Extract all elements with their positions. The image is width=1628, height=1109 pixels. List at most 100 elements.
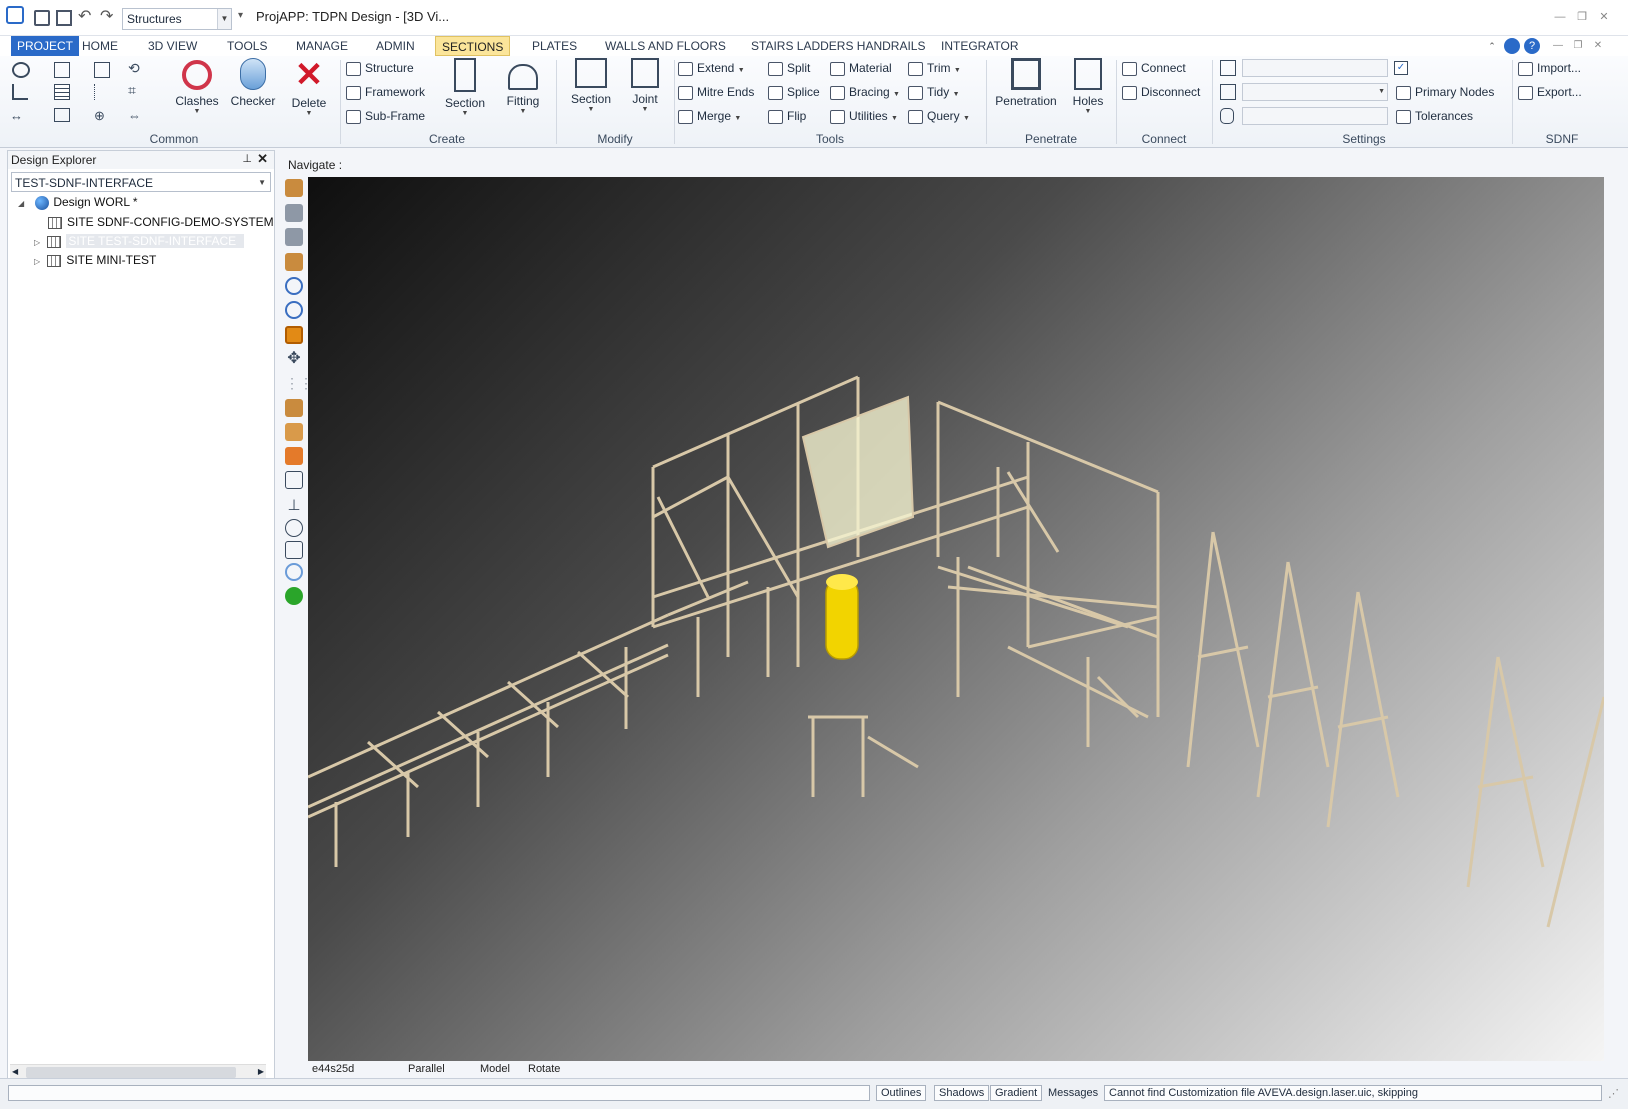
bracing-button[interactable]: Bracing ▼ — [830, 82, 900, 102]
footprints-icon[interactable]: ⋮⋮ — [285, 374, 313, 392]
penetration-button[interactable]: Penetration — [992, 58, 1060, 108]
model-icon[interactable] — [285, 253, 303, 271]
tolerances-button[interactable]: Tolerances — [1396, 106, 1473, 126]
gradient-toggle[interactable]: Gradient — [990, 1085, 1043, 1101]
doc-close-icon[interactable]: ✕ — [1590, 38, 1606, 54]
extend-button[interactable]: Extend ▼ — [678, 58, 745, 78]
query-button[interactable]: Query ▼ — [908, 106, 970, 126]
create-section-button[interactable]: Section ▼ — [440, 58, 490, 117]
tab-walls-and-floors[interactable]: WALLS AND FLOORS — [599, 36, 732, 56]
tree-icon[interactable] — [94, 84, 110, 100]
joint-button[interactable]: Joint ▼ — [622, 58, 668, 113]
save-as-icon[interactable] — [56, 10, 72, 26]
scrollbar-thumb[interactable] — [26, 1067, 236, 1078]
close-icon[interactable]: ✕ — [257, 151, 268, 167]
expander-icon[interactable]: ▷ — [34, 238, 44, 248]
help-bulb-icon[interactable] — [1504, 38, 1520, 54]
tab-project[interactable]: PROJECT — [11, 36, 80, 56]
tab-admin[interactable]: ADMIN — [370, 36, 421, 56]
disconnect-button[interactable]: Disconnect — [1122, 82, 1200, 102]
checker-button[interactable]: Checker — [228, 58, 278, 108]
doc-restore-icon[interactable]: ❐ — [1570, 38, 1586, 54]
customize-quick-access-icon[interactable]: ▾ — [238, 10, 254, 26]
save-icon[interactable] — [34, 10, 50, 26]
settings-field-1[interactable] — [1242, 59, 1388, 77]
clip-icon[interactable] — [285, 447, 303, 465]
resize-grip-icon[interactable]: ⋰ — [1608, 1087, 1619, 1100]
undo-icon[interactable]: ↶ — [78, 9, 94, 26]
section-box-icon[interactable] — [285, 423, 303, 441]
hierarchy-icon[interactable] — [12, 84, 28, 100]
import-button[interactable]: Import... — [1518, 58, 1581, 78]
link-icon[interactable]: ⟲ — [128, 60, 140, 77]
pan-icon[interactable]: ✥ — [285, 350, 303, 368]
shadows-toggle[interactable]: Shadows — [934, 1085, 990, 1101]
fitting-button[interactable]: Fitting ▼ — [498, 58, 548, 115]
utilities-button[interactable]: Utilities ▼ — [830, 106, 898, 126]
redo-icon[interactable]: ↷ — [100, 9, 116, 26]
orbit-icon[interactable] — [285, 519, 303, 537]
material-button[interactable]: Material — [830, 58, 892, 78]
database-icon[interactable] — [1220, 108, 1234, 124]
framework-button[interactable]: Framework — [346, 82, 425, 102]
list-icon[interactable] — [54, 84, 70, 100]
merge-button[interactable]: Merge ▼ — [678, 106, 741, 126]
explorer-combo[interactable]: TEST-SDNF-INTERFACE ▼ — [11, 172, 271, 192]
tab-integrator[interactable]: INTEGRATOR — [935, 36, 1025, 56]
tab-manage[interactable]: MANAGE — [290, 36, 354, 56]
camera-icon[interactable] — [285, 541, 303, 559]
settings-profile-icon[interactable] — [1220, 84, 1236, 100]
box-view-icon[interactable] — [285, 399, 303, 417]
holes-button[interactable]: Holes ▼ — [1066, 58, 1110, 115]
chevron-down-icon[interactable]: ▼ — [217, 9, 231, 29]
settings-checkbox[interactable]: ✓ — [1394, 61, 1408, 75]
zoom-in-icon[interactable] — [285, 277, 303, 295]
subframe-button[interactable]: Sub-Frame — [346, 106, 425, 126]
align-icon[interactable]: ⇔ — [128, 108, 141, 123]
mitre-ends-button[interactable]: Mitre Ends — [678, 82, 754, 102]
structure-button[interactable]: Structure — [346, 58, 414, 78]
quick-access-combo[interactable]: Structures ▼ — [122, 8, 232, 30]
tree-item-site-sdnf-config[interactable]: SITE SDNF-CONFIG-DEMO-SYSTEM — [48, 213, 274, 231]
collapse-ribbon-icon[interactable]: ⌃ — [1484, 38, 1500, 54]
expander-icon[interactable]: ▷ — [34, 257, 44, 267]
axes-icon[interactable]: ⊥ — [285, 497, 303, 515]
pin-icon[interactable]: ⊥ — [242, 152, 252, 165]
properties-icon[interactable] — [94, 62, 110, 78]
tab-sections[interactable]: SECTIONS — [435, 36, 511, 56]
expander-icon[interactable]: ◢ — [18, 199, 28, 209]
binoculars-icon[interactable]: ⌗ — [128, 82, 136, 99]
zoom-selection-icon[interactable] — [285, 228, 303, 246]
tree-item-design-world[interactable]: ◢ Design WORL * — [18, 193, 138, 211]
restore-icon[interactable]: ❐ — [1574, 10, 1590, 24]
tab-home[interactable]: HOME — [76, 36, 124, 56]
tidy-button[interactable]: Tidy ▼ — [908, 82, 960, 102]
tree-item-site-test-sdnf[interactable]: ▷ SITE TEST-SDNF-INTERFACE — [34, 232, 245, 250]
scroll-left-icon[interactable]: ◀ — [12, 1067, 18, 1076]
help-icon[interactable]: ? — [1524, 38, 1540, 54]
zoom-icon[interactable] — [285, 301, 303, 319]
tab-stairs-ladders-handrails[interactable]: STAIRS LADDERS HANDRAILS — [745, 36, 932, 56]
connect-button[interactable]: Connect — [1122, 58, 1186, 78]
table-icon[interactable] — [54, 108, 70, 122]
tab-3d-view[interactable]: 3D VIEW — [142, 36, 203, 56]
walk-icon[interactable] — [285, 179, 303, 197]
tab-plates[interactable]: PLATES — [526, 36, 583, 56]
tab-tools[interactable]: TOOLS — [221, 36, 273, 56]
outlines-toggle[interactable]: Outlines — [876, 1085, 927, 1101]
close-icon[interactable]: ✕ — [1596, 10, 1612, 24]
primary-nodes-button[interactable]: Primary Nodes — [1396, 82, 1494, 102]
trim-button[interactable]: Trim ▼ — [908, 58, 961, 78]
rotate-icon[interactable] — [285, 326, 303, 344]
settings-field-3[interactable] — [1242, 107, 1388, 125]
target-icon[interactable] — [12, 62, 30, 78]
tree-item-site-mini-test[interactable]: ▷ SITE MINI-TEST — [34, 251, 156, 269]
scroll-right-icon[interactable]: ▶ — [258, 1067, 264, 1076]
position-icon[interactable]: ⊕ — [94, 108, 105, 124]
delete-button[interactable]: ✕ Delete ▼ — [284, 58, 334, 117]
zoom-limits-icon[interactable] — [285, 204, 303, 222]
power-icon[interactable] — [285, 587, 303, 605]
3d-viewport[interactable] — [308, 177, 1604, 1061]
modify-section-button[interactable]: Section ▼ — [566, 58, 616, 113]
copy-icon[interactable] — [54, 62, 70, 78]
